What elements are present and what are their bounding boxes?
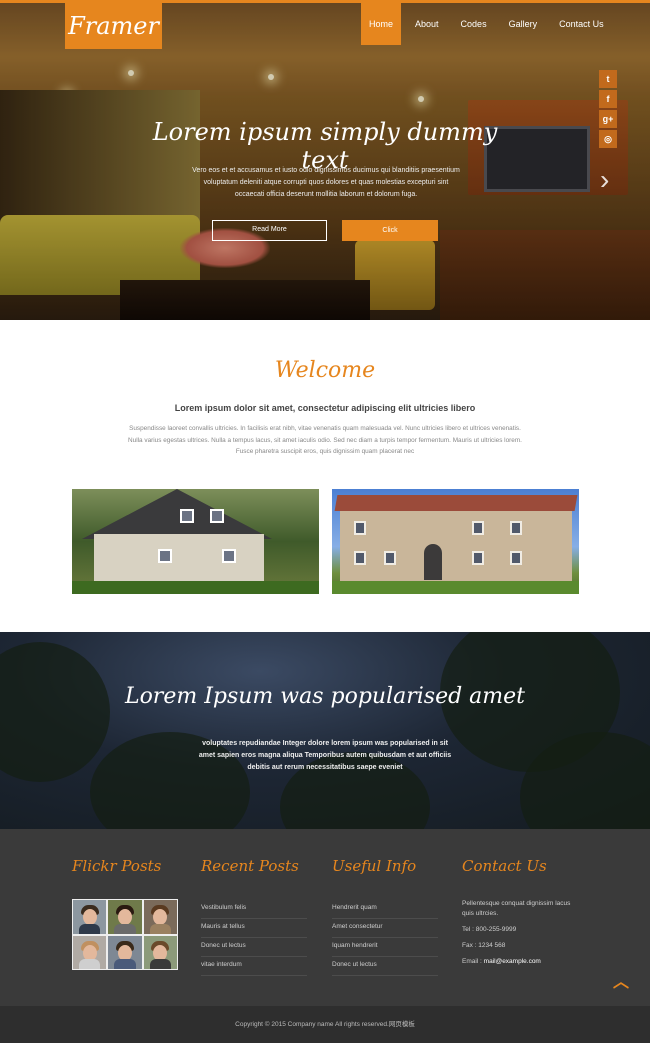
useful-info-link[interactable]: Iquam hendrerit <box>332 938 438 957</box>
recent-post-link[interactable]: Vestibulum felis <box>201 900 307 919</box>
flickr-photo[interactable] <box>108 935 142 969</box>
flickr-photo[interactable] <box>143 900 177 934</box>
useful-info-title: Useful Info <box>332 857 417 875</box>
house-roof <box>82 489 272 539</box>
house-wall <box>94 534 264 584</box>
window <box>210 509 224 523</box>
hero-subtitle: Vero eos et et accusamus et iusto odio d… <box>192 167 460 198</box>
slider-next-icon[interactable]: › <box>600 164 618 196</box>
nav-codes[interactable]: Codes <box>453 3 495 45</box>
useful-info-link[interactable]: Amet consectetur <box>332 919 438 938</box>
banner-title: Lorem Ipsum was popularised amet <box>124 684 526 709</box>
recent-post-link[interactable]: Donec ut lectus <box>201 938 307 957</box>
useful-info-link[interactable]: Hendrerit quam <box>332 900 438 919</box>
contact-fax: Fax : 1234 568 <box>462 942 506 949</box>
window <box>510 551 522 565</box>
twitter-icon[interactable]: t <box>599 70 617 88</box>
villa-roof <box>334 495 578 511</box>
window <box>472 521 484 535</box>
lawn <box>332 581 579 594</box>
welcome-lead: Lorem ipsum dolor sit amet, consectetur … <box>174 403 476 413</box>
read-more-button[interactable]: Read More <box>212 220 327 241</box>
nav-about[interactable]: About <box>407 3 447 45</box>
window <box>354 551 366 565</box>
contact-title: Contact Us <box>462 857 547 875</box>
window <box>354 521 366 535</box>
window <box>510 521 522 535</box>
window <box>158 549 172 563</box>
contact-email-row: Email : mail@example.com <box>462 957 572 967</box>
facebook-icon[interactable]: f <box>599 90 617 108</box>
email-link[interactable]: mail@example.com <box>484 958 541 965</box>
nav-gallery[interactable]: Gallery <box>501 3 546 45</box>
recent-post-link[interactable]: Mauris at tellus <box>201 919 307 938</box>
parallax-banner <box>0 632 650 829</box>
house-image <box>72 489 319 594</box>
nav-contact[interactable]: Contact Us <box>551 3 612 45</box>
contact-tel: Tel : 800-255-9999 <box>462 926 517 933</box>
window <box>384 551 396 565</box>
recent-post-link[interactable]: vitae interdum <box>201 957 307 976</box>
copyright: Copyright © 2015 Company name All rights… <box>0 1006 650 1043</box>
contact-text: Pellentesque conquat dignissim lacus qui… <box>462 900 571 917</box>
click-button[interactable]: Click <box>342 220 438 241</box>
grass <box>72 581 319 594</box>
recent-posts-title: Recent Posts <box>201 857 299 875</box>
recent-posts-list: Vestibulum felis Mauris at tellus Donec … <box>201 900 307 976</box>
social-links: t f g+ ◎ <box>599 70 617 148</box>
email-label: Email : <box>462 958 484 965</box>
flickr-photo[interactable] <box>73 935 107 969</box>
tree-silhouette <box>0 642 110 782</box>
scroll-top-icon[interactable]: ︿ <box>610 975 632 991</box>
window <box>222 549 236 563</box>
contact-info: Pellentesque conquat dignissim lacus qui… <box>462 899 572 967</box>
window <box>180 509 194 523</box>
flickr-title: Flickr Posts <box>72 857 162 875</box>
welcome-title: Welcome <box>274 358 376 383</box>
site-logo[interactable]: Framer <box>65 0 162 49</box>
flickr-photo[interactable] <box>108 900 142 934</box>
useful-info-link[interactable]: Donec ut lectus <box>332 957 438 976</box>
google-plus-icon[interactable]: g+ <box>599 110 617 128</box>
villa-image <box>332 489 579 594</box>
flickr-gallery <box>72 899 178 970</box>
nav-home[interactable]: Home <box>361 3 402 45</box>
flickr-photo[interactable] <box>73 900 107 934</box>
banner-text: voluptates repudiandae Integer dolore lo… <box>198 740 452 771</box>
flickr-photo[interactable] <box>143 935 177 969</box>
main-nav: Home About Codes Gallery Contact Us <box>361 3 612 45</box>
welcome-body: Suspendisse laoreet convallis ultricies.… <box>128 425 522 455</box>
villa-wall <box>340 507 572 585</box>
villa-door <box>424 544 442 580</box>
useful-info-list: Hendrerit quam Amet consectetur Iquam he… <box>332 900 438 976</box>
window <box>472 551 484 565</box>
dribbble-icon[interactable]: ◎ <box>599 130 617 148</box>
